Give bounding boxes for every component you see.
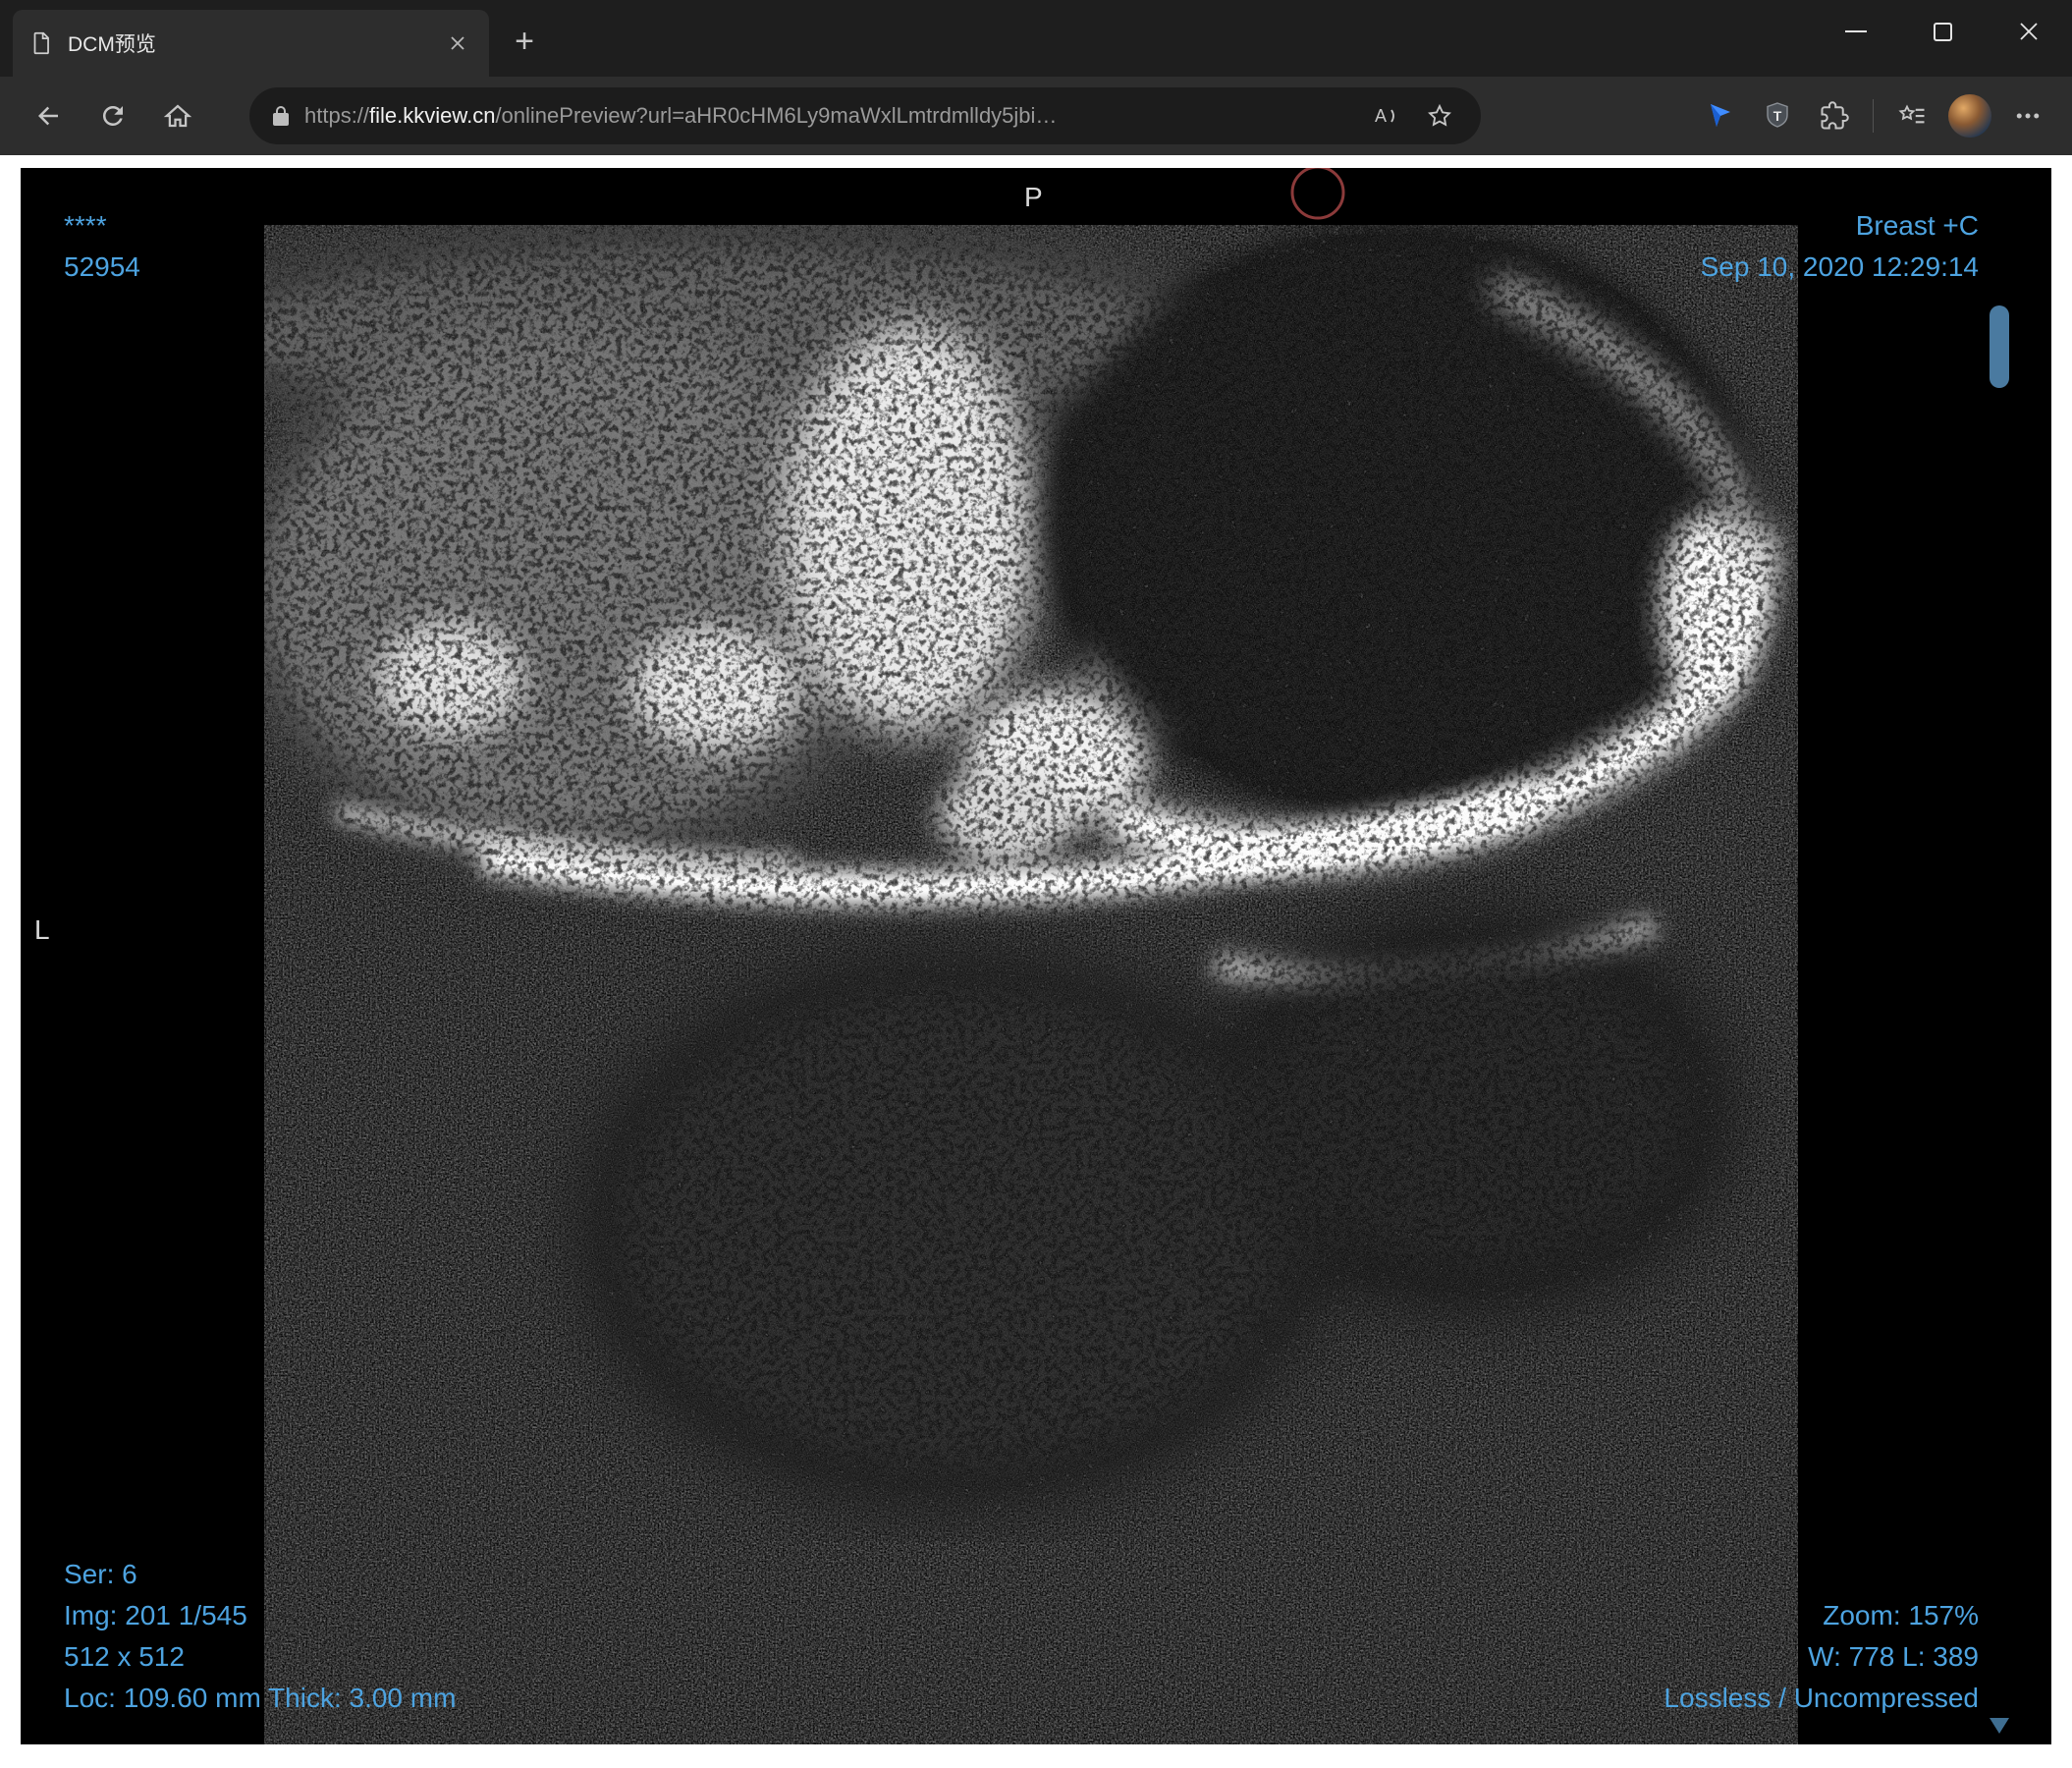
lock-icon xyxy=(273,106,289,126)
read-aloud-icon: A xyxy=(1375,106,1394,126)
svg-text:A: A xyxy=(1375,106,1387,126)
more-menu-button[interactable] xyxy=(2004,92,2051,139)
overlay-bottom-left: Ser: 6 Img: 201 1/545 512 x 512 Loc: 109… xyxy=(64,1554,456,1719)
orientation-marker-posterior: P xyxy=(1024,182,1043,212)
maximize-icon xyxy=(1933,22,1952,41)
close-icon xyxy=(2020,23,2038,40)
close-icon xyxy=(451,36,464,50)
shield-extension-button[interactable]: T xyxy=(1754,92,1801,139)
overlay-top-left: **** 52954 xyxy=(64,205,140,288)
image-matrix: 512 x 512 xyxy=(64,1641,185,1672)
tab-close-button[interactable] xyxy=(442,28,473,59)
plus-icon: + xyxy=(515,22,534,60)
blue-extension-icon xyxy=(1711,104,1730,127)
svg-text:T: T xyxy=(1773,108,1782,124)
back-button[interactable] xyxy=(23,90,74,141)
web-page: **** 52954 Breast +C Sep 10, 2020 12:29:… xyxy=(0,155,2072,1768)
slice-location: Loc: 109.60 mm Thick: 3.00 mm xyxy=(64,1683,457,1713)
overlay-bottom-right: Zoom: 157% W: 778 L: 389 Lossless / Unco… xyxy=(1663,1595,1979,1719)
favorites-list-icon xyxy=(1898,104,1925,124)
overlay-top-right: Breast +C Sep 10, 2020 12:29:14 xyxy=(1701,205,1979,288)
address-bar[interactable]: https://file.kkview.cn/onlinePreview?url… xyxy=(249,87,1481,144)
browser-titlebar[interactable]: DCM预览 + xyxy=(0,0,2072,77)
image-number: Img: 201 1/545 xyxy=(64,1600,247,1630)
profile-avatar[interactable] xyxy=(1948,94,1991,138)
study-description: Breast +C xyxy=(1855,210,1979,241)
browser-toolbar: https://file.kkview.cn/onlinePreview?url… xyxy=(0,77,2072,155)
url-path: /onlinePreview?url=aHR0cHM6Ly9maWxlLmtrd… xyxy=(495,103,1058,128)
shield-extension-icon: T xyxy=(1767,102,1788,128)
browser-tab[interactable]: DCM预览 xyxy=(13,10,489,77)
scrollbar-thumb[interactable] xyxy=(1990,305,2009,388)
extensions-button[interactable] xyxy=(1811,92,1858,139)
blue-extension-button[interactable] xyxy=(1697,92,1744,139)
refresh-button[interactable] xyxy=(87,90,138,141)
dicom-canvas[interactable]: **** 52954 Breast +C Sep 10, 2020 12:29:… xyxy=(21,168,2051,1744)
puzzle-icon xyxy=(1821,101,1849,130)
zoom-level: Zoom: 157% xyxy=(1823,1600,1979,1630)
home-icon xyxy=(163,104,192,128)
url-text: https://file.kkview.cn/onlinePreview?url… xyxy=(304,103,1351,129)
home-button[interactable] xyxy=(152,90,203,141)
study-datetime: Sep 10, 2020 12:29:14 xyxy=(1700,251,1979,282)
window-controls xyxy=(1813,0,2072,63)
orientation-marker-left: L xyxy=(34,914,50,945)
refresh-icon xyxy=(102,105,123,126)
star-icon xyxy=(1428,103,1451,127)
new-tab-button[interactable]: + xyxy=(505,22,544,61)
favorites-button[interactable] xyxy=(1888,92,1936,139)
tab-title: DCM预览 xyxy=(68,33,156,56)
favorite-star-button[interactable] xyxy=(1418,94,1461,138)
ellipsis-icon xyxy=(2016,113,2040,119)
toolbar-separator xyxy=(1873,99,1874,133)
patient-id: 52954 xyxy=(64,251,140,282)
minimize-icon xyxy=(1845,30,1867,32)
back-arrow-icon xyxy=(38,106,58,126)
minimize-button[interactable] xyxy=(1813,0,1899,63)
close-window-button[interactable] xyxy=(1986,0,2072,63)
series-number: Ser: 6 xyxy=(64,1559,137,1589)
url-domain: file.kkview.cn xyxy=(369,103,496,128)
document-icon xyxy=(33,31,49,55)
dicom-image xyxy=(21,168,2051,1744)
patient-name-masked: **** xyxy=(64,210,107,241)
maximize-button[interactable] xyxy=(1899,0,1986,63)
compression-info: Lossless / Uncompressed xyxy=(1663,1683,1979,1713)
toolbar-right-icons: T xyxy=(1692,92,2056,139)
read-aloud-button[interactable]: A xyxy=(1363,94,1406,138)
scroll-down-arrow-icon[interactable] xyxy=(1990,1718,2009,1734)
url-scheme: https:// xyxy=(304,103,370,128)
window-level: W: 778 L: 389 xyxy=(1808,1641,1979,1672)
